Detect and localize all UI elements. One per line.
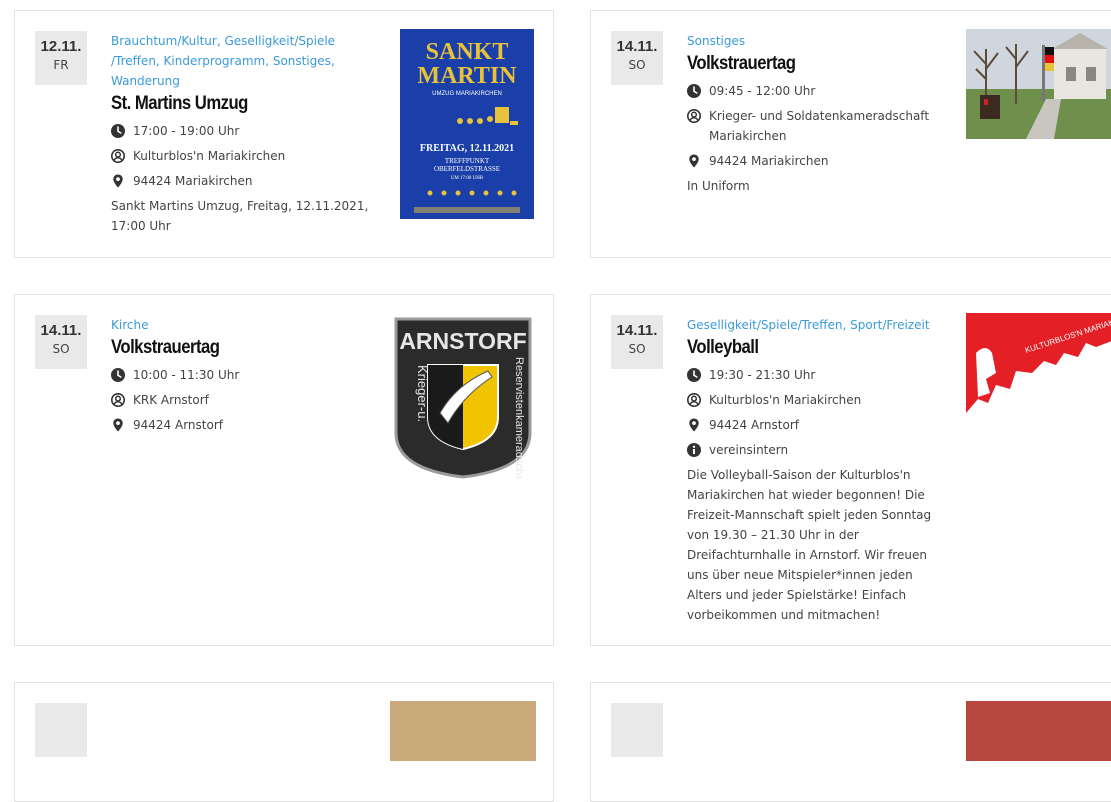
event-note-text: vereinsintern: [709, 443, 789, 457]
svg-text:UM 17:00 UHR: UM 17:00 UHR: [451, 176, 484, 181]
user-icon: [111, 149, 125, 163]
event-organizer-text: Kulturblos'n Mariakirchen: [709, 393, 862, 407]
badge-patch: ARNSTORF Krieger-u. Reservistenkameradsc…: [390, 313, 536, 479]
event-location-text: 94424 Arnstorf: [133, 418, 223, 432]
event-day: 14.11.: [616, 38, 658, 55]
event-location-text: 94424 Mariakirchen: [709, 154, 829, 168]
event-date-badge: [35, 703, 87, 757]
clock-icon: [687, 84, 701, 98]
event-time: 10:00 - 11:30 Uhr: [111, 365, 373, 385]
event-location: 94424 Arnstorf: [111, 415, 373, 435]
svg-text:ARNSTORF: ARNSTORF: [399, 328, 526, 354]
event-location-text: 94424 Mariakirchen: [133, 174, 253, 188]
event-organizer: Kulturblos'n Mariakirchen: [687, 390, 949, 410]
user-icon: [687, 393, 701, 407]
event-weekday: SO: [52, 342, 70, 356]
event-organizer: Kulturblos'n Mariakirchen: [111, 146, 373, 166]
event-time: 19:30 - 21:30 Uhr: [687, 365, 949, 385]
event-description: In Uniform: [687, 179, 750, 193]
event-organizer: KRK Arnstorf: [111, 390, 373, 410]
event-date-badge: [611, 703, 663, 757]
event-organizer-text: Kulturblos'n Mariakirchen: [133, 149, 286, 163]
user-icon: [687, 109, 701, 123]
event-image[interactable]: [966, 701, 1111, 761]
event-title[interactable]: Volleyball: [687, 337, 918, 359]
event-title[interactable]: Volkstrauertag: [687, 53, 918, 75]
event-organizer: Krieger- und Soldatenkameradschaft Maria…: [687, 106, 949, 146]
svg-text:TREFFPUNKT: TREFFPUNKT: [445, 157, 490, 165]
map-marker-icon: [689, 418, 699, 432]
event-image[interactable]: ARNSTORF Krieger-u. Reservistenkameradsc…: [390, 313, 536, 479]
event-image[interactable]: [966, 29, 1111, 139]
event-day: 14.11.: [616, 322, 658, 339]
event-card[interactable]: 14.11. SO Kirche Volkstrauertag 10:00 - …: [14, 294, 554, 646]
clock-icon: [687, 368, 701, 382]
event-weekday: SO: [628, 58, 646, 72]
event-date-badge: 14.11. SO: [611, 315, 663, 369]
event-image[interactable]: SANKT MARTIN UMZUG MARIAKIRCHEN FREITAG,…: [400, 29, 534, 219]
event-note: vereinsintern: [687, 440, 949, 460]
event-categories[interactable]: Kirche: [111, 315, 373, 335]
svg-text:Reservistenkameradschaft: Reservistenkameradschaft: [513, 357, 525, 479]
event-organizer-text: Krieger- und Soldatenkameradschaft Maria…: [709, 109, 930, 143]
clock-icon: [111, 368, 125, 382]
event-description: Die Volleyball-Saison der Kulturblos'n M…: [687, 468, 932, 622]
map-marker-icon: [113, 418, 123, 432]
poster-illustration: SANKT MARTIN UMZUG MARIAKIRCHEN FREITAG,…: [400, 29, 534, 219]
event-day: 14.11.: [40, 322, 82, 339]
event-card[interactable]: 14.11. SO Sonstiges Volkstrauertag 09:45…: [590, 10, 1111, 258]
event-date-badge: 12.11. FR: [35, 31, 87, 85]
event-date-badge: 14.11. SO: [611, 31, 663, 85]
event-title[interactable]: Volkstrauertag: [111, 337, 342, 359]
svg-text:FREITAG, 12.11.2021: FREITAG, 12.11.2021: [420, 143, 514, 154]
map-marker-icon: [113, 174, 123, 188]
event-time-text: 10:00 - 11:30 Uhr: [133, 368, 240, 382]
event-time-text: 19:30 - 21:30 Uhr: [709, 368, 816, 382]
event-weekday: SO: [628, 342, 646, 356]
club-logo: KULTURBLOS'N MARIAKIRCHEN E.V.: [966, 313, 1111, 417]
svg-text:Krieger-u.: Krieger-u.: [415, 365, 430, 422]
memorial-photo: [966, 29, 1111, 139]
event-card[interactable]: [590, 682, 1111, 802]
event-time: 17:00 - 19:00 Uhr: [111, 121, 373, 141]
event-organizer-text: KRK Arnstorf: [133, 393, 209, 407]
user-icon: [111, 393, 125, 407]
event-time: 09:45 - 12:00 Uhr: [687, 81, 949, 101]
event-card[interactable]: [14, 682, 554, 802]
event-location-text: 94424 Arnstorf: [709, 418, 799, 432]
svg-text:MARTIN: MARTIN: [417, 63, 517, 89]
event-card[interactable]: 14.11. SO Geselligkeit/Spiele/Treffen, S…: [590, 294, 1111, 646]
event-location: 94424 Mariakirchen: [687, 151, 949, 171]
event-title[interactable]: St. Martins Umzug: [111, 93, 342, 115]
svg-text:UMZUG MARIAKIRCHEN: UMZUG MARIAKIRCHEN: [432, 91, 502, 97]
svg-text:OBERFELDSTRASSE: OBERFELDSTRASSE: [434, 165, 500, 173]
event-categories[interactable]: Brauchtum/Kultur, Geselligkeit/Spiele /T…: [111, 31, 373, 91]
event-image[interactable]: KULTURBLOS'N MARIAKIRCHEN E.V.: [966, 313, 1111, 417]
event-time-text: 09:45 - 12:00 Uhr: [709, 84, 816, 98]
event-weekday: FR: [53, 58, 69, 72]
info-icon: [687, 443, 701, 457]
map-marker-icon: [689, 154, 699, 168]
event-card[interactable]: 12.11. FR Brauchtum/Kultur, Geselligkeit…: [14, 10, 554, 258]
event-location: 94424 Arnstorf: [687, 415, 949, 435]
event-description: Sankt Martins Umzug, Freitag, 12.11.2021…: [111, 199, 369, 233]
event-date-badge: 14.11. SO: [35, 315, 87, 369]
event-location: 94424 Mariakirchen: [111, 171, 373, 191]
clock-icon: [111, 124, 125, 138]
event-image[interactable]: [390, 701, 536, 761]
event-day: 12.11.: [40, 38, 82, 55]
event-time-text: 17:00 - 19:00 Uhr: [133, 124, 240, 138]
svg-text:SANKT: SANKT: [426, 39, 509, 65]
event-categories[interactable]: Geselligkeit/Spiele/Treffen, Sport/Freiz…: [687, 315, 949, 335]
event-categories[interactable]: Sonstiges: [687, 31, 949, 51]
